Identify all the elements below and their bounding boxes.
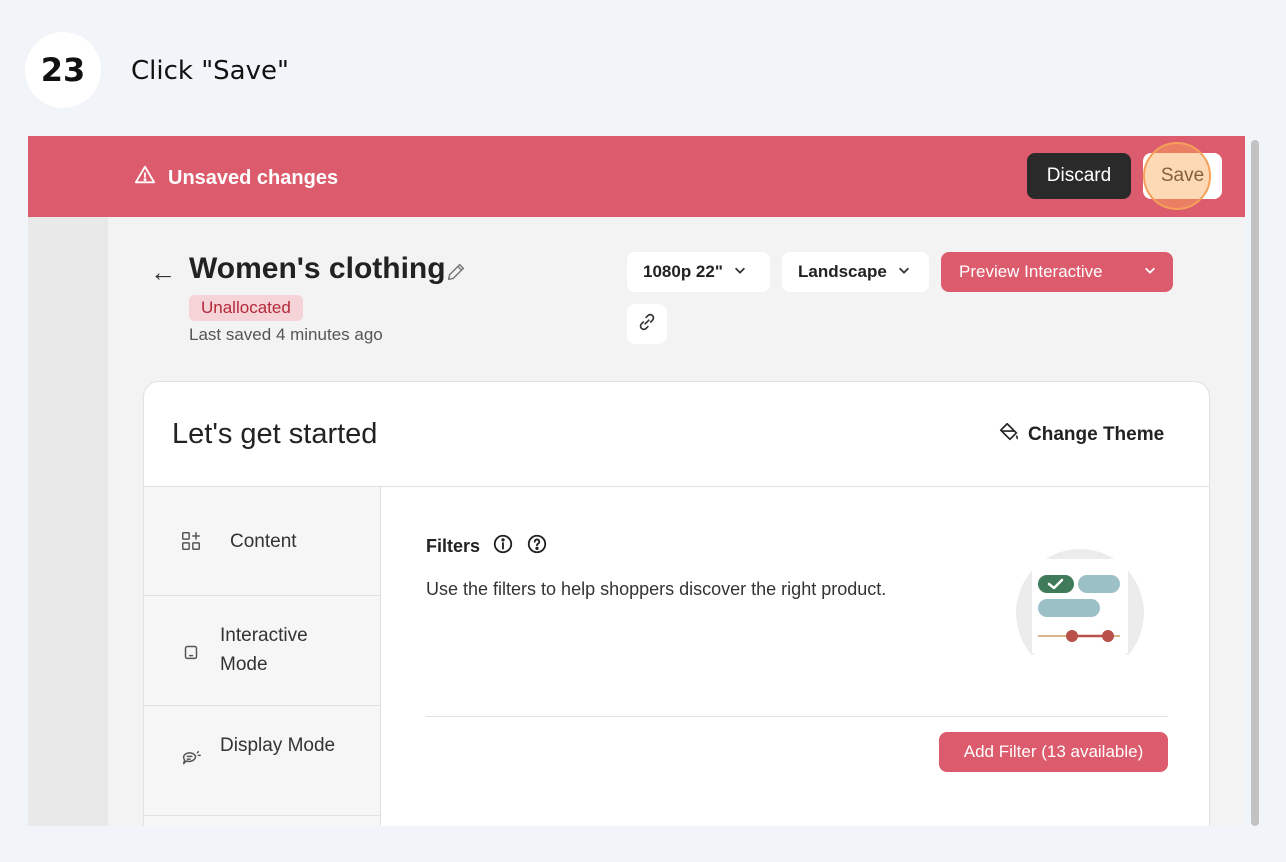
sidebar-item-label: Interactive Mode	[220, 625, 308, 675]
back-arrow-icon[interactable]: ←	[150, 257, 176, 288]
sidebar-item-display-mode[interactable]: Display Mode	[144, 706, 381, 816]
chevron-down-icon	[897, 262, 911, 282]
app-screenshot: Unsaved changes Discard Save ← Women's c…	[28, 136, 1245, 826]
left-rail	[28, 217, 108, 826]
scrollbar[interactable]	[1249, 140, 1261, 826]
unsaved-changes-message: Unsaved changes	[134, 164, 338, 192]
content-grid-icon	[180, 530, 202, 552]
step-number-badge: 23	[25, 32, 101, 108]
filters-illustration	[1014, 547, 1146, 657]
help-question-icon[interactable]	[526, 533, 548, 560]
paint-bucket-icon	[998, 421, 1020, 449]
chevron-down-icon	[733, 262, 747, 282]
preview-interactive-button[interactable]: Preview Interactive	[941, 252, 1173, 292]
status-badge: Unallocated	[189, 295, 303, 321]
resolution-value: 1080p 22"	[643, 262, 723, 281]
page-title: Women's clothing	[189, 252, 446, 285]
getting-started-card: Let's get started Change Theme Content I…	[143, 381, 1210, 826]
save-button[interactable]: Save	[1143, 153, 1222, 199]
sidebar-item-content[interactable]: Content	[144, 487, 381, 596]
filters-title: Filters	[426, 536, 481, 556]
add-filter-button[interactable]: Add Filter (13 available)	[939, 732, 1168, 772]
divider	[426, 716, 1168, 717]
change-theme-label: Change Theme	[1028, 424, 1165, 445]
unsaved-changes-label: Unsaved changes	[168, 166, 339, 189]
info-icon[interactable]	[492, 533, 514, 560]
last-saved-text: Last saved 4 minutes ago	[189, 325, 383, 344]
tablet-icon	[180, 641, 202, 663]
filters-heading: Filters	[426, 533, 548, 560]
link-button[interactable]	[627, 304, 667, 344]
orientation-value: Landscape	[798, 262, 887, 281]
link-icon	[636, 311, 658, 338]
warning-icon	[134, 164, 156, 192]
chevron-down-icon[interactable]	[1143, 262, 1157, 282]
settings-sidebar: Content Interactive Mode Display Mode	[144, 487, 381, 826]
step-instruction: Click "Save"	[131, 56, 289, 86]
sidebar-item-label: Display Mode	[220, 735, 336, 756]
card-title: Let's get started	[172, 418, 378, 450]
filters-description: Use the filters to help shoppers discove…	[426, 579, 887, 599]
unsaved-changes-banner: Unsaved changes Discard Save	[28, 136, 1245, 217]
scrollbar-thumb[interactable]	[1251, 140, 1259, 826]
sidebar-item-label: Content	[230, 531, 297, 552]
sidebar-item-interactive-mode[interactable]: Interactive Mode	[144, 596, 381, 706]
pencil-edit-icon[interactable]	[445, 261, 467, 283]
discard-button[interactable]: Discard	[1027, 153, 1131, 199]
preview-interactive-label: Preview Interactive	[959, 262, 1103, 281]
change-theme-button[interactable]: Change Theme	[998, 421, 1164, 449]
resolution-dropdown[interactable]: 1080p 22"	[627, 252, 770, 292]
orientation-dropdown[interactable]: Landscape	[782, 252, 929, 292]
display-chat-icon	[180, 749, 202, 771]
